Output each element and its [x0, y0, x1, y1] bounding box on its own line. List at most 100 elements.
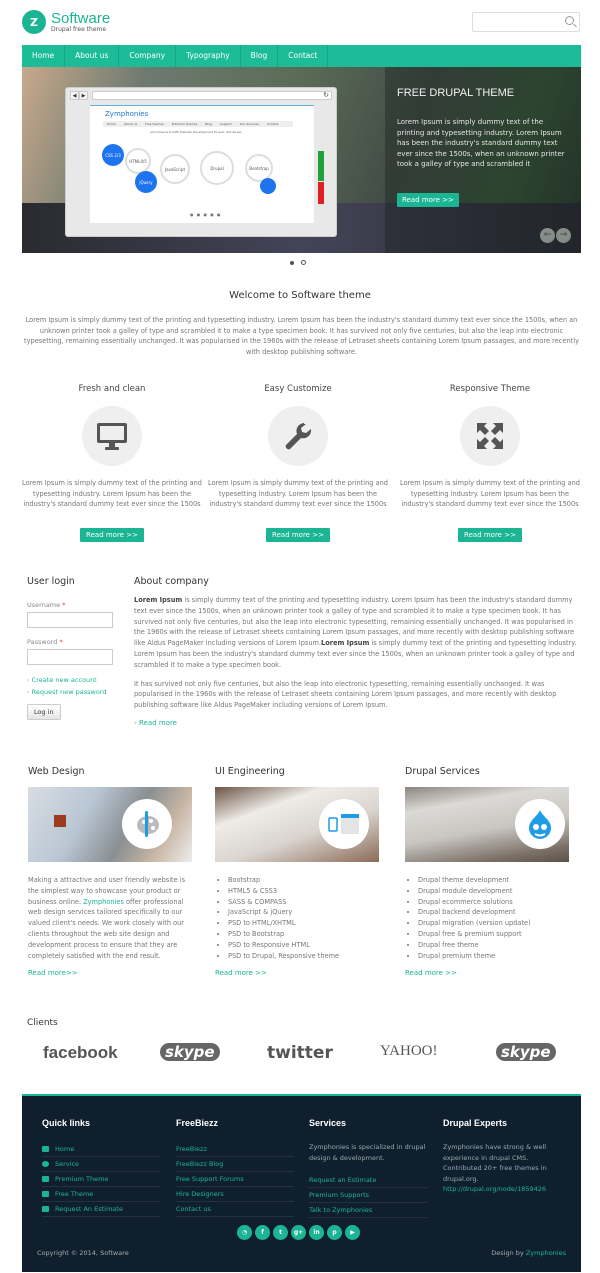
back-icon: ◀: [70, 90, 79, 100]
footer-services-text: Zymphonies is specialized in drupal desi…: [309, 1143, 426, 1162]
twitter-icon[interactable]: t: [273, 1225, 288, 1240]
list-item: PSD to Responsive HTML: [228, 940, 380, 951]
footer-link[interactable]: Contact us: [176, 1202, 294, 1217]
copyright: Copyright © 2014, Software: [37, 1249, 129, 1257]
list-item: Drupal module development: [418, 886, 570, 897]
drupal-services-list: Drupal theme development Drupal module d…: [405, 875, 570, 961]
search-icon[interactable]: [565, 16, 574, 25]
mockup-nav-item: Support: [219, 122, 232, 126]
linkedin-icon[interactable]: in: [309, 1225, 324, 1240]
site-slogan: Drupal free theme: [51, 26, 107, 33]
feature-fresh-and-clean: Fresh and clean Lorem Ipsum is simply du…: [21, 384, 203, 542]
footer-link[interactable]: Talk to Zymphonies: [309, 1203, 427, 1218]
client-logo-skype[interactable]: skype: [160, 1043, 220, 1061]
password-field[interactable]: [27, 649, 113, 665]
list-item: Drupal migration (version update): [418, 918, 570, 929]
arrow-right-icon[interactable]: →: [556, 228, 571, 243]
mockup-logo: Zymphonies: [105, 110, 149, 118]
username-label: Username *: [27, 601, 66, 609]
list-item: Bootstrap: [228, 875, 380, 886]
username-field[interactable]: [27, 612, 113, 628]
about-read-more-link[interactable]: Read more: [139, 719, 177, 727]
mockup-circle: CSS 2/3: [102, 144, 124, 166]
feature-read-more-button[interactable]: Read more >>: [458, 528, 522, 542]
pager-dot-1[interactable]: [290, 260, 294, 265]
service-web-design: Web Design Making a attractive and user …: [28, 766, 193, 977]
service-read-more-link[interactable]: Read more>>: [28, 969, 193, 977]
footer-link[interactable]: FreeBiezz: [176, 1142, 294, 1157]
list-item: PSD to Drupal, Responsive theme: [228, 951, 380, 962]
footer-freebiezz: FreeBiezz FreeBiezz FreeBiezz Blog Free …: [176, 1118, 294, 1217]
feature-read-more-button[interactable]: Read more >>: [266, 528, 330, 542]
nav-about-us[interactable]: About us: [65, 45, 120, 67]
client-logo-twitter[interactable]: twitter: [267, 1043, 333, 1063]
nav-contact[interactable]: Contact: [278, 45, 329, 67]
footer-link[interactable]: FreeBiezz Blog: [176, 1157, 294, 1172]
slider-pager: [290, 260, 306, 265]
service-read-more-link[interactable]: Read more >>: [215, 969, 380, 977]
list-item: JavaScript & jQuery: [228, 907, 380, 918]
footer-link-home[interactable]: Home: [42, 1142, 160, 1157]
nav-blog[interactable]: Blog: [241, 45, 279, 67]
create-account-link[interactable]: Create new account: [32, 676, 97, 684]
facebook-icon[interactable]: f: [255, 1225, 270, 1240]
mockup-circle: jQuery: [135, 171, 157, 193]
footer: Quick links Home Service Premium Theme F…: [22, 1094, 581, 1272]
login-button[interactable]: Log in: [27, 704, 61, 720]
slide-image-browser-mockup: ◀ ▶ ↻ Zymphonies Home About us Free them…: [65, 87, 337, 237]
image-icon: [42, 1191, 49, 1197]
list-item: Drupal free & premium support: [418, 929, 570, 940]
mockup-circle: [260, 178, 276, 194]
footer-experts-text: Zymphonies have strong & well experience…: [443, 1143, 547, 1183]
search-input[interactable]: [472, 12, 580, 32]
client-logo-facebook[interactable]: facebook: [43, 1043, 118, 1063]
google-plus-icon[interactable]: g+: [291, 1225, 306, 1240]
slide-title: FREE DRUPAL THEME: [397, 87, 515, 99]
site-name[interactable]: Software: [51, 11, 110, 26]
zymphonies-link[interactable]: Zymphonies: [83, 898, 124, 906]
footer-link-free-theme[interactable]: Free Theme: [42, 1187, 160, 1202]
list-item: PSD to HTML/XHTML: [228, 918, 380, 929]
youtube-icon[interactable]: ▶: [345, 1225, 360, 1240]
feature-read-more-button[interactable]: Read more >>: [80, 528, 144, 542]
drupal-node-link[interactable]: http://drupal.org/node/1859426: [443, 1185, 546, 1193]
footer-link-service[interactable]: Service: [42, 1157, 160, 1172]
nav-company[interactable]: Company: [119, 45, 177, 67]
cup-decoration: [54, 815, 66, 827]
mockup-circle: JavaScript: [160, 154, 190, 184]
request-password-link[interactable]: Request new password: [32, 688, 107, 696]
nav-typography[interactable]: Typography: [176, 45, 241, 67]
list-item: Drupal free theme: [418, 940, 570, 951]
feature-text: Lorem Ipsum is simply dummy text of the …: [400, 479, 580, 508]
service-image: [215, 787, 379, 862]
footer-link-premium-theme[interactable]: Premium Theme: [42, 1172, 160, 1187]
arrow-left-icon[interactable]: ←: [540, 228, 555, 243]
pager-dot-2[interactable]: [301, 260, 306, 265]
zymphonies-credit-link[interactable]: Zymphonies: [526, 1249, 566, 1257]
mockup-nav-item: Blog: [205, 122, 212, 126]
footer-link[interactable]: Premium Supports: [309, 1188, 427, 1203]
mockup-side-tab: [318, 182, 324, 204]
laptop-icon: [42, 1176, 49, 1182]
footer-link-request-estimate[interactable]: Request An Estimate: [42, 1202, 160, 1217]
client-logo-yahoo[interactable]: YAHOO!: [380, 1043, 438, 1060]
main-nav: Home About us Company Typography Blog Co…: [22, 45, 581, 67]
footer-link[interactable]: Free Support Forums: [176, 1172, 294, 1187]
mockup-nav-item: Premium themes: [171, 122, 198, 126]
service-read-more-link[interactable]: Read more >>: [405, 969, 570, 977]
site-logo[interactable]: Z Software Drupal free theme: [22, 10, 110, 34]
client-logo-skype[interactable]: skype: [496, 1043, 556, 1061]
footer-drupal-experts: Drupal Experts Zymphonies have strong & …: [443, 1118, 561, 1195]
footer-link[interactable]: Request an Estimate: [309, 1173, 427, 1188]
expand-icon: [460, 406, 520, 466]
slide-read-more-button[interactable]: Read more >>: [397, 193, 459, 207]
footer-link[interactable]: Hire Designers: [176, 1187, 294, 1202]
about-paragraph-2: It has survived not only five centuries,…: [134, 679, 557, 710]
rss-icon[interactable]: ◔: [237, 1225, 252, 1240]
paint-palette-icon: [122, 799, 172, 849]
mockup-nav-item: Home: [107, 122, 116, 126]
forward-icon: ▶: [79, 90, 88, 100]
pinterest-icon[interactable]: p: [327, 1225, 342, 1240]
feature-easy-customize: Easy Customize Lorem Ipsum is simply dum…: [207, 384, 389, 542]
nav-home[interactable]: Home: [22, 45, 66, 67]
